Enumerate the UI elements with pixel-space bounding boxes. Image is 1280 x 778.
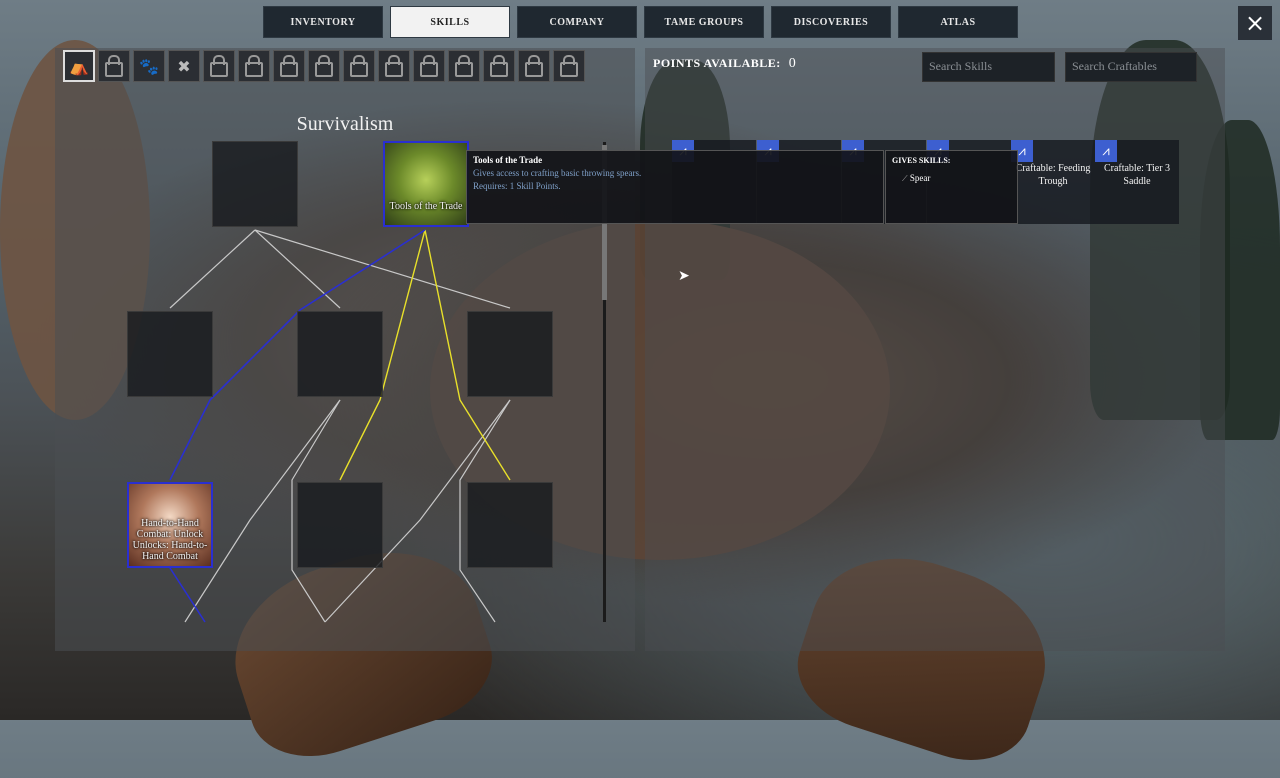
category-locked-icon[interactable] xyxy=(413,50,445,82)
tab-inventory[interactable]: INVENTORY xyxy=(263,6,383,38)
tooltip-description: Gives access to crafting basic throwing … xyxy=(473,168,642,178)
top-tabs: INVENTORY SKILLS COMPANY TAME GROUPS DIS… xyxy=(263,6,1018,38)
category-locked-icon[interactable] xyxy=(238,50,270,82)
category-locked-icon[interactable] xyxy=(273,50,305,82)
skill-node-tools-of-the-trade[interactable]: Tools of the Trade xyxy=(383,141,469,227)
tab-tame-groups[interactable]: TAME GROUPS xyxy=(644,6,764,38)
category-locked-icon[interactable] xyxy=(98,50,130,82)
skill-node-locked[interactable] xyxy=(297,482,383,568)
spear-icon: ⟋ xyxy=(902,174,908,183)
craftable-label: Craftable: Feeding Trough xyxy=(1015,163,1091,187)
points-label: POINTS AVAILABLE: xyxy=(653,56,781,70)
skill-node-locked[interactable] xyxy=(297,311,383,397)
tab-skills[interactable]: SKILLS xyxy=(390,6,510,38)
tab-atlas[interactable]: ATLAS xyxy=(898,6,1018,38)
skill-node-hand-to-hand-combat[interactable]: Hand-to-Hand Combat: Unlock Unlocks: Han… xyxy=(127,482,213,568)
category-locked-icon[interactable] xyxy=(203,50,235,82)
skill-tree-title: Survivalism xyxy=(296,113,394,135)
category-locked-icon[interactable] xyxy=(553,50,585,82)
points-value: 0 xyxy=(788,56,797,71)
skill-tooltip: Tools of the Trade Gives access to craft… xyxy=(466,150,884,224)
skill-node-locked[interactable] xyxy=(467,311,553,397)
tooltip-title: Tools of the Trade xyxy=(473,155,543,165)
mouse-cursor-icon: ➤ xyxy=(678,268,690,284)
compass-icon: ⩘ xyxy=(1095,140,1117,162)
category-locked-icon[interactable] xyxy=(483,50,515,82)
skill-node-locked[interactable] xyxy=(467,482,553,568)
skill-node-locked[interactable] xyxy=(212,141,298,227)
craftables-panel xyxy=(645,48,1225,651)
category-locked-icon[interactable] xyxy=(378,50,410,82)
category-locked-icon[interactable] xyxy=(518,50,550,82)
gives-skill-item: ⟋ Spear xyxy=(902,173,1011,184)
skill-node-label: Hand-to-Hand Combat: Unlock Unlocks: Han… xyxy=(132,518,208,562)
category-locked-icon[interactable] xyxy=(343,50,375,82)
tab-discoveries[interactable]: DISCOVERIES xyxy=(771,6,891,38)
tooltip-requirement: Requires: 1 Skill Points. xyxy=(473,181,561,191)
craftable-label: Craftable: Tier 3 Saddle xyxy=(1103,163,1171,187)
skill-node-locked[interactable] xyxy=(127,311,213,397)
close-icon: × xyxy=(1244,9,1266,37)
gives-skill-label: Spear xyxy=(909,173,931,183)
craftable-tier3-saddle[interactable]: ⩘ Craftable: Tier 3 Saddle xyxy=(1095,140,1179,224)
tab-company[interactable]: COMPANY xyxy=(517,6,637,38)
category-locked-icon[interactable] xyxy=(308,50,340,82)
search-craftables-input[interactable]: Search Craftables xyxy=(1065,52,1197,82)
points-available: POINTS AVAILABLE: 0 xyxy=(653,56,796,72)
skill-node-label: Tools of the Trade xyxy=(389,200,463,212)
category-locked-icon[interactable] xyxy=(448,50,480,82)
category-crossed-tools-icon[interactable]: ✖ xyxy=(168,50,200,82)
skill-category-bar: ⛺ 🐾 ✖ xyxy=(63,50,585,82)
category-taming-icon[interactable]: 🐾 xyxy=(133,50,165,82)
craftable-feeding-trough[interactable]: ⩘ Craftable: Feeding Trough xyxy=(1011,140,1095,224)
search-skills-input[interactable]: Search Skills xyxy=(922,52,1055,82)
category-survivalism-icon[interactable]: ⛺ xyxy=(63,50,95,82)
gives-skills-header: GIVES SKILLS: xyxy=(892,156,951,165)
gives-skills-box: GIVES SKILLS: ⟋ Spear xyxy=(885,150,1018,224)
close-button[interactable]: × xyxy=(1238,6,1272,40)
